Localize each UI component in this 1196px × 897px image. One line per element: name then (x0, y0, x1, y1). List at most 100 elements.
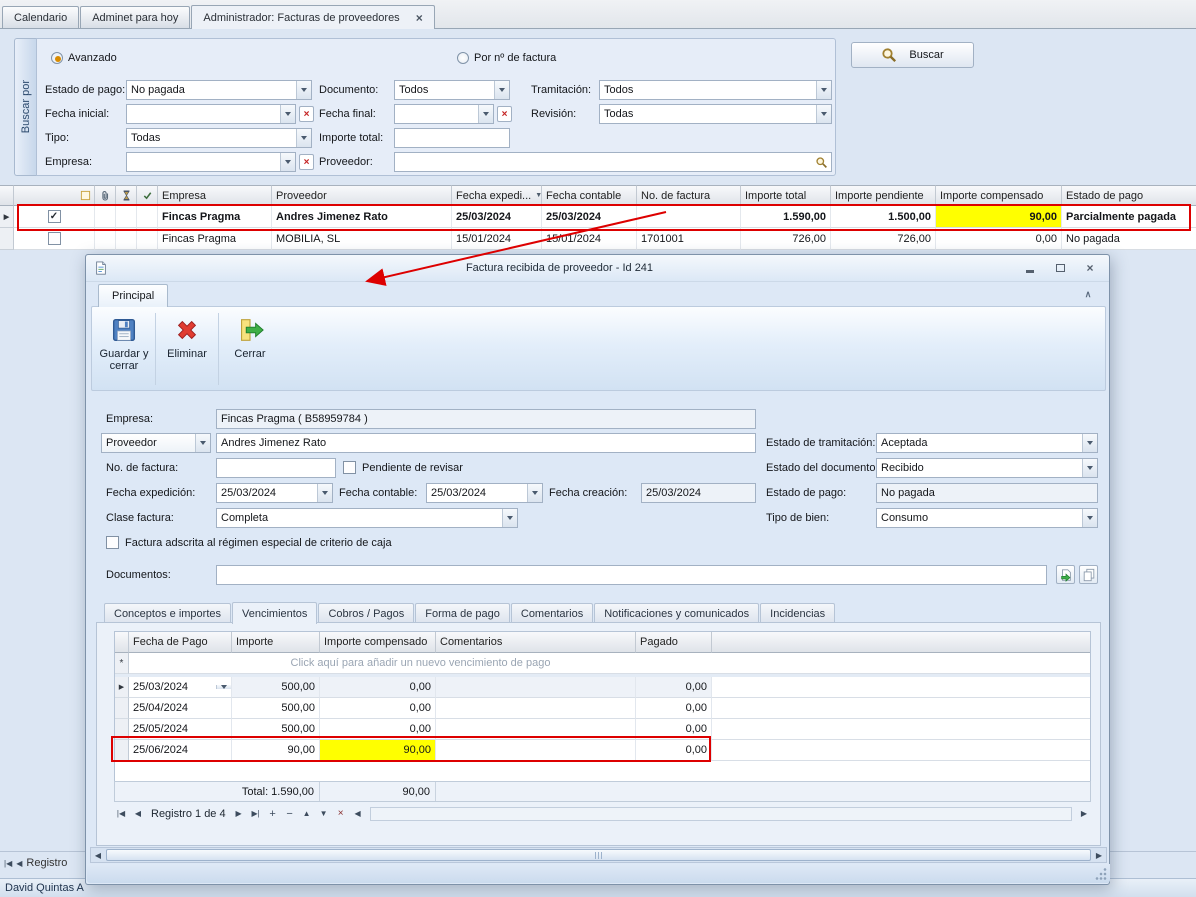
nav-prev-icon[interactable]: ◀ (16, 859, 22, 868)
cell-importe[interactable]: 500,00 (232, 677, 320, 698)
pendiente-revisar-checkbox[interactable]: Pendiente de revisar (343, 461, 463, 474)
nav-up-icon[interactable]: ▲ (300, 807, 314, 821)
pending-cell[interactable] (116, 228, 137, 250)
checkbox-checked[interactable]: ✓ (48, 210, 61, 223)
empresa-select[interactable] (126, 152, 296, 172)
close-button[interactable]: × (1079, 260, 1101, 277)
column-header-fecha-contable[interactable]: Fecha contable (542, 185, 637, 206)
table-row[interactable]: Fincas Pragma MOBILIA, SL 15/01/2024 15/… (0, 228, 1196, 250)
chevron-down-icon[interactable] (1082, 459, 1097, 477)
chevron-down-icon[interactable] (1082, 509, 1097, 527)
ribbon-collapse-icon[interactable]: ∧ (1079, 286, 1097, 302)
chevron-down-icon[interactable] (296, 129, 311, 147)
column-header-importe-pendiente[interactable]: Importe pendiente (831, 185, 936, 206)
maximize-button[interactable] (1049, 260, 1071, 277)
cell-no-factura[interactable] (637, 206, 741, 228)
revised-cell[interactable] (137, 206, 158, 228)
checkbox-unchecked[interactable] (343, 461, 356, 474)
cell-proveedor[interactable]: MOBILIA, SL (272, 228, 452, 250)
scrollbar-thumb[interactable] (106, 849, 1091, 861)
cell-fecha-expedicion[interactable]: 25/03/2024 (452, 206, 542, 228)
nav-add-icon[interactable]: + (266, 807, 280, 821)
checkbox-unchecked[interactable] (106, 536, 119, 549)
scroll-right-icon[interactable]: ▶ (1092, 848, 1106, 862)
nav-next-icon[interactable]: ▶ (232, 807, 246, 821)
table-row[interactable]: ▶ ✓ Fincas Pragma Andres Jimenez Rato 25… (0, 206, 1196, 228)
chevron-down-icon[interactable] (816, 105, 831, 123)
cell-no-factura[interactable]: 1701001 (637, 228, 741, 250)
copy-document-button[interactable] (1079, 565, 1098, 584)
cell-importe-compensado[interactable]: 90,00 (936, 206, 1062, 228)
cell-empresa[interactable]: Fincas Pragma (158, 206, 272, 228)
cell-comentarios[interactable] (436, 698, 636, 719)
tab-incidencias[interactable]: Incidencias (760, 603, 835, 623)
cell-fecha-expedicion[interactable]: 15/01/2024 (452, 228, 542, 250)
column-header-importe[interactable]: Importe (232, 632, 320, 653)
cell-importe-compensado[interactable]: 0,00 (936, 228, 1062, 250)
revised-column-header[interactable] (137, 185, 158, 206)
estado-tramitacion-select[interactable]: Aceptada (876, 433, 1098, 453)
tab-principal[interactable]: Principal (98, 284, 168, 307)
attach-document-button[interactable] (1056, 565, 1075, 584)
nav-first-icon[interactable]: |◀ (114, 807, 128, 821)
chevron-down-icon[interactable] (296, 81, 311, 99)
column-header-proveedor[interactable]: Proveedor (272, 185, 452, 206)
column-header-comentarios[interactable]: Comentarios (436, 632, 636, 653)
select-all-checkbox[interactable] (14, 185, 95, 206)
tipo-bien-select[interactable]: Consumo (876, 508, 1098, 528)
revision-select[interactable]: Todas (599, 104, 832, 124)
empresa-clear-icon[interactable]: × (299, 154, 314, 170)
column-header-fecha-pago[interactable]: Fecha de Pago (129, 632, 232, 653)
guardar-y-cerrar-button[interactable]: Guardar y cerrar (97, 310, 151, 388)
chevron-down-icon[interactable] (816, 81, 831, 99)
importe-total-input[interactable] (394, 128, 510, 148)
scroll-right-icon[interactable]: ▶ (1077, 807, 1091, 821)
cell-pagado[interactable]: 0,00 (636, 677, 712, 698)
cell-importe-total[interactable]: 1.590,00 (741, 206, 831, 228)
tipo-select[interactable]: Todas (126, 128, 312, 148)
search-icon[interactable] (815, 153, 831, 171)
row-select-cell[interactable]: ✓ (14, 206, 95, 228)
column-header-fecha-expedicion[interactable]: Fecha expedi...▼ (452, 185, 542, 206)
nav-first-icon[interactable]: |◀ (4, 859, 12, 868)
tab-conceptos-e-importes[interactable]: Conceptos e importes (104, 603, 231, 623)
documento-select[interactable]: Todos (394, 80, 510, 100)
chevron-down-icon[interactable] (1082, 434, 1097, 452)
venc-row[interactable]: ▶ 25/03/2024 500,00 0,00 0,00 (115, 677, 1090, 698)
cell-fecha-contable[interactable]: 15/01/2024 (542, 228, 637, 250)
fecha-pago-editor[interactable]: 25/03/2024 (129, 677, 232, 698)
cell-empresa[interactable]: Fincas Pragma (158, 228, 272, 250)
chevron-down-icon[interactable] (317, 484, 332, 502)
venc-horizontal-scrollbar[interactable] (370, 807, 1072, 821)
cell-comentarios[interactable] (436, 719, 636, 740)
criterio-caja-checkbox[interactable]: Factura adscrita al régimen especial de … (106, 536, 392, 549)
estado-documento-select[interactable]: Recibido (876, 458, 1098, 478)
resize-grip[interactable] (1094, 867, 1107, 880)
column-header-importe-compensado[interactable]: Importe compensado (320, 632, 436, 653)
pending-cell[interactable] (116, 206, 137, 228)
column-header-estado-pago[interactable]: Estado de pago (1062, 185, 1196, 206)
chevron-down-icon[interactable] (494, 81, 509, 99)
scroll-left-icon[interactable]: ◀ (91, 848, 105, 862)
cell-importe-compensado[interactable]: 0,00 (320, 677, 436, 698)
tab-calendario[interactable]: Calendario (2, 6, 79, 28)
minimize-button[interactable] (1019, 260, 1041, 277)
cell-proveedor[interactable]: Andres Jimenez Rato (272, 206, 452, 228)
fecha-inicial-select[interactable] (126, 104, 296, 124)
row-select-cell[interactable] (14, 228, 95, 250)
search-panel-side-tab[interactable]: Buscar por (14, 38, 36, 176)
tab-comentarios[interactable]: Comentarios (511, 603, 593, 623)
cell-pagado[interactable]: 0,00 (636, 740, 712, 761)
cell-importe[interactable]: 500,00 (232, 698, 320, 719)
cell-importe-compensado[interactable]: 0,00 (320, 698, 436, 719)
cell-importe[interactable]: 90,00 (232, 740, 320, 761)
cell-importe-pendiente[interactable]: 1.500,00 (831, 206, 936, 228)
chevron-down-icon[interactable] (280, 105, 295, 123)
nav-down-icon[interactable]: ▼ (317, 807, 331, 821)
chevron-down-icon[interactable] (502, 509, 517, 527)
cell-pagado[interactable]: 0,00 (636, 719, 712, 740)
new-row-hint[interactable]: Click aquí para añadir un nuevo vencimie… (129, 653, 712, 674)
column-header-pagado[interactable]: Pagado (636, 632, 712, 653)
column-header-no-factura[interactable]: No. de factura (637, 185, 741, 206)
tab-adminet-para-hoy[interactable]: Adminet para hoy (80, 6, 190, 28)
